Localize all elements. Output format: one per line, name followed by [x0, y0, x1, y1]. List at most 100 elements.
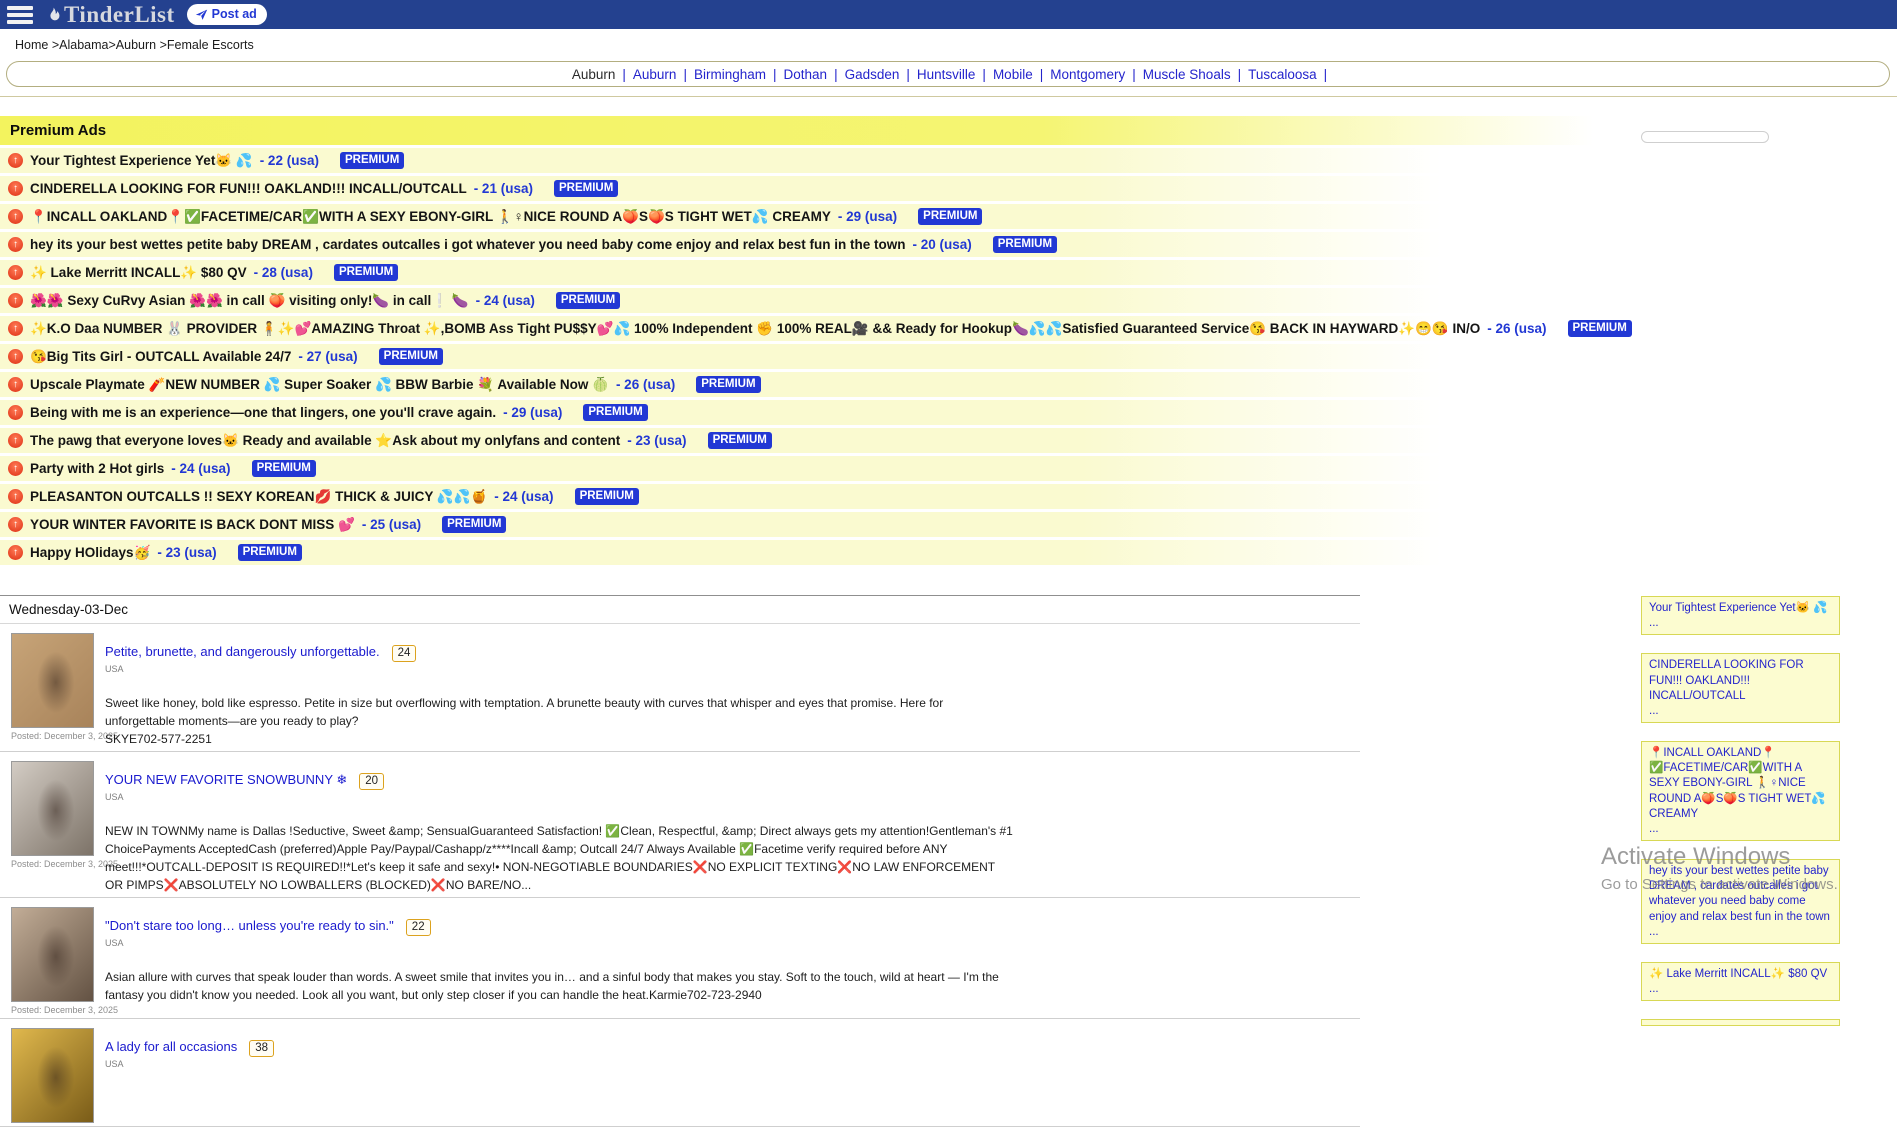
premium-badge[interactable]: PREMIUM: [696, 376, 760, 393]
breadcrumb-link-female-escorts[interactable]: Female Escorts: [167, 38, 254, 52]
listing-title-link[interactable]: Petite, brunette, and dangerously unforg…: [105, 644, 380, 659]
sidebar-ad-box[interactable]: CINDERELLA LOOKING FOR FUN!!! OAKLAND!!!…: [1641, 653, 1840, 723]
listing-title-link[interactable]: YOUR NEW FAVORITE SNOWBUNNY ❄: [105, 772, 347, 787]
premium-ad-title[interactable]: ✨ Lake Merritt INCALL✨ $80 QV: [30, 265, 247, 281]
empty-input-box[interactable]: [1641, 131, 1769, 143]
premium-badge[interactable]: PREMIUM: [1568, 320, 1632, 337]
premium-ad-title[interactable]: YOUR WINTER FAVORITE IS BACK DONT MISS 💕: [30, 517, 355, 533]
city-link-gadsden[interactable]: Gadsden: [845, 67, 900, 82]
breadcrumb-link-home[interactable]: Home: [15, 38, 48, 52]
city-separator: |: [834, 67, 838, 82]
up-arrow-icon[interactable]: ↑: [8, 209, 23, 224]
listing-title-row: Petite, brunette, and dangerously unforg…: [105, 643, 1013, 662]
sidebar-ad-box[interactable]: Your Tightest Experience Yet🐱 💦...: [1641, 596, 1840, 635]
premium-badge[interactable]: PREMIUM: [993, 236, 1057, 253]
up-arrow-icon[interactable]: ↑: [8, 181, 23, 196]
city-link-huntsville[interactable]: Huntsville: [917, 67, 976, 82]
premium-badge[interactable]: PREMIUM: [340, 152, 404, 169]
city-separator: |: [683, 67, 687, 82]
listing-thumb-column: Posted: December 3, 2025: [0, 633, 105, 748]
premium-ad-age: - 24 (usa): [171, 461, 230, 476]
city-link-auburn[interactable]: Auburn: [633, 67, 677, 82]
premium-ad-title[interactable]: 🌺🌺 Sexy CuRvy Asian 🌺🌺 in call 🍑 visitin…: [30, 293, 469, 309]
up-arrow-icon[interactable]: ↑: [8, 489, 23, 504]
up-arrow-icon[interactable]: ↑: [8, 321, 23, 336]
city-link-montgomery[interactable]: Montgomery: [1050, 67, 1125, 82]
up-arrow-icon[interactable]: ↑: [8, 349, 23, 364]
premium-badge[interactable]: PREMIUM: [252, 460, 316, 477]
listing-thumbnail[interactable]: [11, 761, 94, 856]
premium-badge[interactable]: PREMIUM: [575, 488, 639, 505]
premium-sidebar: Your Tightest Experience Yet🐱 💦... CINDER…: [1641, 596, 1840, 1044]
city-link-birmingham[interactable]: Birmingham: [694, 67, 766, 82]
listing-thumbnail[interactable]: [11, 1028, 94, 1123]
city-separator: |: [906, 67, 910, 82]
listing-body: Petite, brunette, and dangerously unforg…: [105, 633, 1013, 748]
post-ad-button[interactable]: Post ad: [187, 4, 267, 25]
premium-ad-title[interactable]: Being with me is an experience—one that …: [30, 405, 496, 420]
premium-ad-title[interactable]: The pawg that everyone loves🐱 Ready and …: [30, 433, 620, 449]
city-link-mobile[interactable]: Mobile: [993, 67, 1033, 82]
premium-badge[interactable]: PREMIUM: [238, 544, 302, 561]
menu-icon[interactable]: [7, 6, 33, 24]
post-ad-label: Post ad: [212, 7, 257, 21]
sidebar-ad-box[interactable]: [1641, 1019, 1840, 1026]
city-separator: |: [1238, 67, 1242, 82]
listing-title-row: "Don't stare too long… unless you're rea…: [105, 917, 1013, 936]
up-arrow-icon[interactable]: ↑: [8, 405, 23, 420]
sidebar-ad-box[interactable]: 📍INCALL OAKLAND📍 ✅FACETIME/CAR✅WITH A SE…: [1641, 741, 1840, 841]
premium-badge[interactable]: PREMIUM: [442, 516, 506, 533]
premium-badge[interactable]: PREMIUM: [918, 208, 982, 225]
up-arrow-icon[interactable]: ↑: [8, 433, 23, 448]
premium-ad-title[interactable]: PLEASANTON OUTCALLS !! SEXY KOREAN💋 THIC…: [30, 489, 487, 505]
sidebar-ad-box[interactable]: hey its your best wettes petite baby DRE…: [1641, 859, 1840, 944]
sidebar-ad-title: 📍INCALL OAKLAND📍 ✅FACETIME/CAR✅WITH A SE…: [1649, 746, 1832, 822]
premium-ad-row: ↑ 😘Big Tits Girl - OUTCALL Available 24/7…: [0, 344, 1897, 369]
premium-ad-title[interactable]: Your Tightest Experience Yet🐱 💦: [30, 153, 253, 169]
listing-title-link[interactable]: "Don't stare too long… unless you're rea…: [105, 918, 394, 933]
premium-badge[interactable]: PREMIUM: [554, 180, 618, 197]
up-arrow-icon[interactable]: ↑: [8, 293, 23, 308]
premium-ad-title[interactable]: 📍INCALL OAKLAND📍✅FACETIME/CAR✅WITH A SEX…: [30, 209, 831, 225]
sidebar-ad-box[interactable]: ✨ Lake Merritt INCALL✨ $80 QV...: [1641, 962, 1840, 1001]
premium-badge[interactable]: PREMIUM: [583, 404, 647, 421]
up-arrow-icon[interactable]: ↑: [8, 461, 23, 476]
up-arrow-icon[interactable]: ↑: [8, 265, 23, 280]
breadcrumb-link-alabama[interactable]: Alabama: [59, 38, 108, 52]
premium-ad-title[interactable]: hey its your best wettes petite baby DRE…: [30, 237, 905, 252]
city-link-tuscaloosa[interactable]: Tuscaloosa: [1248, 67, 1317, 82]
up-arrow-icon[interactable]: ↑: [8, 237, 23, 252]
premium-ad-age: - 25 (usa): [362, 517, 421, 532]
up-arrow-icon[interactable]: ↑: [8, 153, 23, 168]
premium-ads-section: Premium Ads ↑Your Tightest Experience Ye…: [0, 116, 1897, 565]
premium-ad-age: - 26 (usa): [616, 377, 675, 392]
listing-thumbnail[interactable]: [11, 633, 94, 728]
listing-body: YOUR NEW FAVORITE SNOWBUNNY ❄20USANEW IN…: [105, 761, 1013, 894]
up-arrow-icon[interactable]: ↑: [8, 377, 23, 392]
up-arrow-icon[interactable]: ↑: [8, 517, 23, 532]
premium-ad-title[interactable]: ✨K.O Daa NUMBER 🐰 PROVIDER 🧍✨💕AMAZING Th…: [30, 321, 1480, 337]
city-link-auburn[interactable]: Auburn: [572, 67, 616, 82]
city-link-muscle-shoals[interactable]: Muscle Shoals: [1143, 67, 1231, 82]
premium-badge[interactable]: PREMIUM: [556, 292, 620, 309]
listing-country: USA: [105, 1059, 274, 1069]
premium-badge[interactable]: PREMIUM: [708, 432, 772, 449]
city-link-dothan[interactable]: Dothan: [784, 67, 828, 82]
premium-badge[interactable]: PREMIUM: [334, 264, 398, 281]
premium-badge[interactable]: PREMIUM: [379, 348, 443, 365]
premium-ad-title[interactable]: Upscale Playmate 🧨NEW NUMBER 💦 Super Soa…: [30, 377, 609, 393]
premium-ad-row: ↑✨ Lake Merritt INCALL✨ $80 QV- 28 (usa)…: [0, 260, 1897, 285]
premium-ad-title[interactable]: 😘Big Tits Girl - OUTCALL Available 24/7: [30, 349, 291, 365]
listing-row: Posted: December 3, 2025Petite, brunette…: [0, 624, 1360, 752]
listing-title-link[interactable]: A lady for all occasions: [105, 1039, 237, 1054]
listing-body: "Don't stare too long… unless you're rea…: [105, 907, 1013, 1015]
flame-icon: [45, 5, 62, 25]
up-arrow-icon[interactable]: ↑: [8, 545, 23, 560]
premium-ad-title[interactable]: Happy HOlidays🥳: [30, 545, 150, 561]
sidebar-ad-ellipsis: ...: [1649, 982, 1832, 997]
breadcrumb-link-auburn[interactable]: Auburn: [116, 38, 156, 52]
premium-ad-title[interactable]: Party with 2 Hot girls: [30, 461, 164, 476]
premium-ad-title[interactable]: CINDERELLA LOOKING FOR FUN!!! OAKLAND!!!…: [30, 181, 467, 196]
site-logo[interactable]: TinderList: [45, 3, 175, 26]
listing-thumbnail[interactable]: [11, 907, 94, 1002]
